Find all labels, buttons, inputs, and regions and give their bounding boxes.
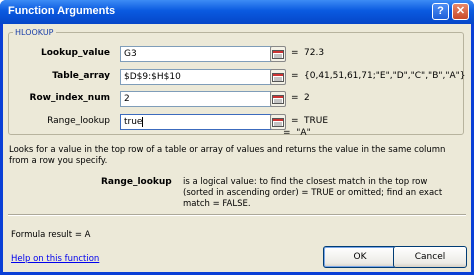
- range-lookup-value: true: [124, 117, 143, 127]
- current-argument-description: is a logical value: to find the closest …: [183, 177, 443, 209]
- dialog-body: HLOOKUP Lookup_value G3 = 72.3 Table_arr…: [3, 24, 471, 272]
- lookup-value-collapse-button[interactable]: [270, 46, 286, 62]
- ok-button[interactable]: OK: [323, 246, 397, 268]
- table-array-result: {0,41,51,61,71;"E","D","C","B","A"}: [304, 71, 466, 81]
- lookup-value-result: 72.3: [304, 48, 325, 58]
- function-result: = "A": [283, 128, 311, 138]
- arguments-group: HLOOKUP Lookup_value G3 = 72.3 Table_arr…: [8, 28, 466, 135]
- row-index-num-result: 2: [304, 93, 310, 103]
- function-result-equals: =: [283, 128, 291, 138]
- row-index-num-input[interactable]: 2: [120, 91, 273, 107]
- collapse-dialog-icon: [272, 95, 284, 104]
- divider: [8, 214, 466, 216]
- table-array-collapse-button[interactable]: [270, 69, 286, 85]
- collapse-dialog-icon: [272, 118, 284, 127]
- function-arguments-dialog: Function Arguments ? ✕ HLOOKUP Lookup_va…: [0, 0, 474, 275]
- row-index-num-label: Row_index_num: [29, 93, 110, 103]
- help-button[interactable]: ?: [432, 3, 449, 20]
- range-lookup-equals: =: [291, 116, 299, 126]
- function-description: Looks for a value in the top row of a ta…: [9, 145, 446, 166]
- lookup-value-input[interactable]: G3: [120, 46, 273, 62]
- text-caret: [142, 116, 144, 127]
- function-result-value: "A": [296, 128, 311, 138]
- lookup-value-equals: =: [291, 48, 299, 58]
- range-lookup-input[interactable]: true: [120, 114, 273, 130]
- cancel-button[interactable]: Cancel: [393, 246, 467, 268]
- row-index-num-equals: =: [291, 93, 299, 103]
- formula-result: Formula result = A: [11, 230, 91, 240]
- help-on-function-link[interactable]: Help on this function: [11, 254, 99, 264]
- table-array-equals: =: [291, 71, 299, 81]
- current-argument-name: Range_lookup: [101, 177, 172, 187]
- range-lookup-label: Range_lookup: [47, 116, 110, 126]
- function-name: HLOOKUP: [13, 28, 56, 37]
- close-button[interactable]: ✕: [452, 3, 469, 20]
- collapse-dialog-icon: [272, 50, 284, 59]
- table-array-label: Table_array: [52, 71, 110, 81]
- range-lookup-result: TRUE: [304, 116, 329, 126]
- table-array-input[interactable]: $D$9:$H$10: [120, 69, 273, 85]
- lookup-value-label: Lookup_value: [41, 48, 110, 58]
- row-index-num-collapse-button[interactable]: [270, 91, 286, 107]
- title-bar[interactable]: Function Arguments ? ✕: [0, 0, 474, 24]
- window-title: Function Arguments: [8, 5, 116, 17]
- collapse-dialog-icon: [272, 73, 284, 82]
